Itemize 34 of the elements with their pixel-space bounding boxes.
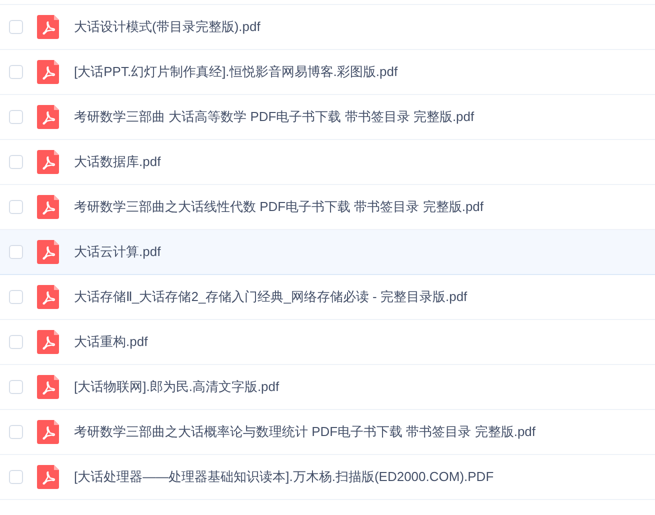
file-name[interactable]: 考研数学三部曲之大话概率论与数理统计 PDF电子书下载 带书签目录 完整版.pdf — [74, 422, 536, 442]
pdf-file-icon — [37, 330, 59, 354]
pdf-file-icon — [37, 60, 59, 84]
checkbox[interactable] — [9, 110, 23, 124]
file-name[interactable]: 大话设计模式(带目录完整版).pdf — [74, 17, 260, 37]
file-name[interactable]: 考研数学三部曲之大话线性代数 PDF电子书下载 带书签目录 完整版.pdf — [74, 197, 484, 217]
file-name[interactable]: 考研数学三部曲 大话高等数学 PDF电子书下载 带书签目录 完整版.pdf — [74, 107, 474, 127]
pdf-file-icon — [37, 375, 59, 399]
checkbox[interactable] — [9, 245, 23, 259]
file-name[interactable]: 大话数据库.pdf — [74, 152, 161, 172]
pdf-file-icon — [37, 150, 59, 174]
checkbox[interactable] — [9, 335, 23, 349]
file-name[interactable]: 大话重构.pdf — [74, 332, 148, 352]
checkbox[interactable] — [9, 470, 23, 484]
file-name[interactable]: [大话PPT.幻灯片制作真经].恒悦影音网易博客.彩图版.pdf — [74, 62, 398, 82]
checkbox[interactable] — [9, 425, 23, 439]
file-row[interactable]: 大话云计算.pdf — [0, 230, 655, 275]
pdf-file-icon — [37, 240, 59, 264]
pdf-file-icon — [37, 420, 59, 444]
checkbox[interactable] — [9, 65, 23, 79]
file-name[interactable]: 大话存储Ⅱ_大话存储2_存储入门经典_网络存储必读 - 完整目录版.pdf — [74, 287, 468, 307]
pdf-file-icon — [37, 195, 59, 219]
file-name[interactable]: 大话云计算.pdf — [74, 242, 161, 262]
checkbox[interactable] — [9, 380, 23, 394]
checkbox[interactable] — [9, 290, 23, 304]
checkbox[interactable] — [9, 155, 23, 169]
file-name[interactable]: [大话物联网].郎为民.高清文字版.pdf — [74, 377, 280, 397]
pdf-file-icon — [37, 15, 59, 39]
pdf-file-icon — [37, 105, 59, 129]
file-name[interactable]: [大话处理器——处理器基础知识读本].万木杨.扫描版(ED2000.COM).PDF — [74, 467, 494, 487]
pdf-file-icon — [37, 285, 59, 309]
checkbox[interactable] — [9, 200, 23, 214]
checkbox[interactable] — [9, 20, 23, 34]
pdf-file-icon — [37, 465, 59, 489]
